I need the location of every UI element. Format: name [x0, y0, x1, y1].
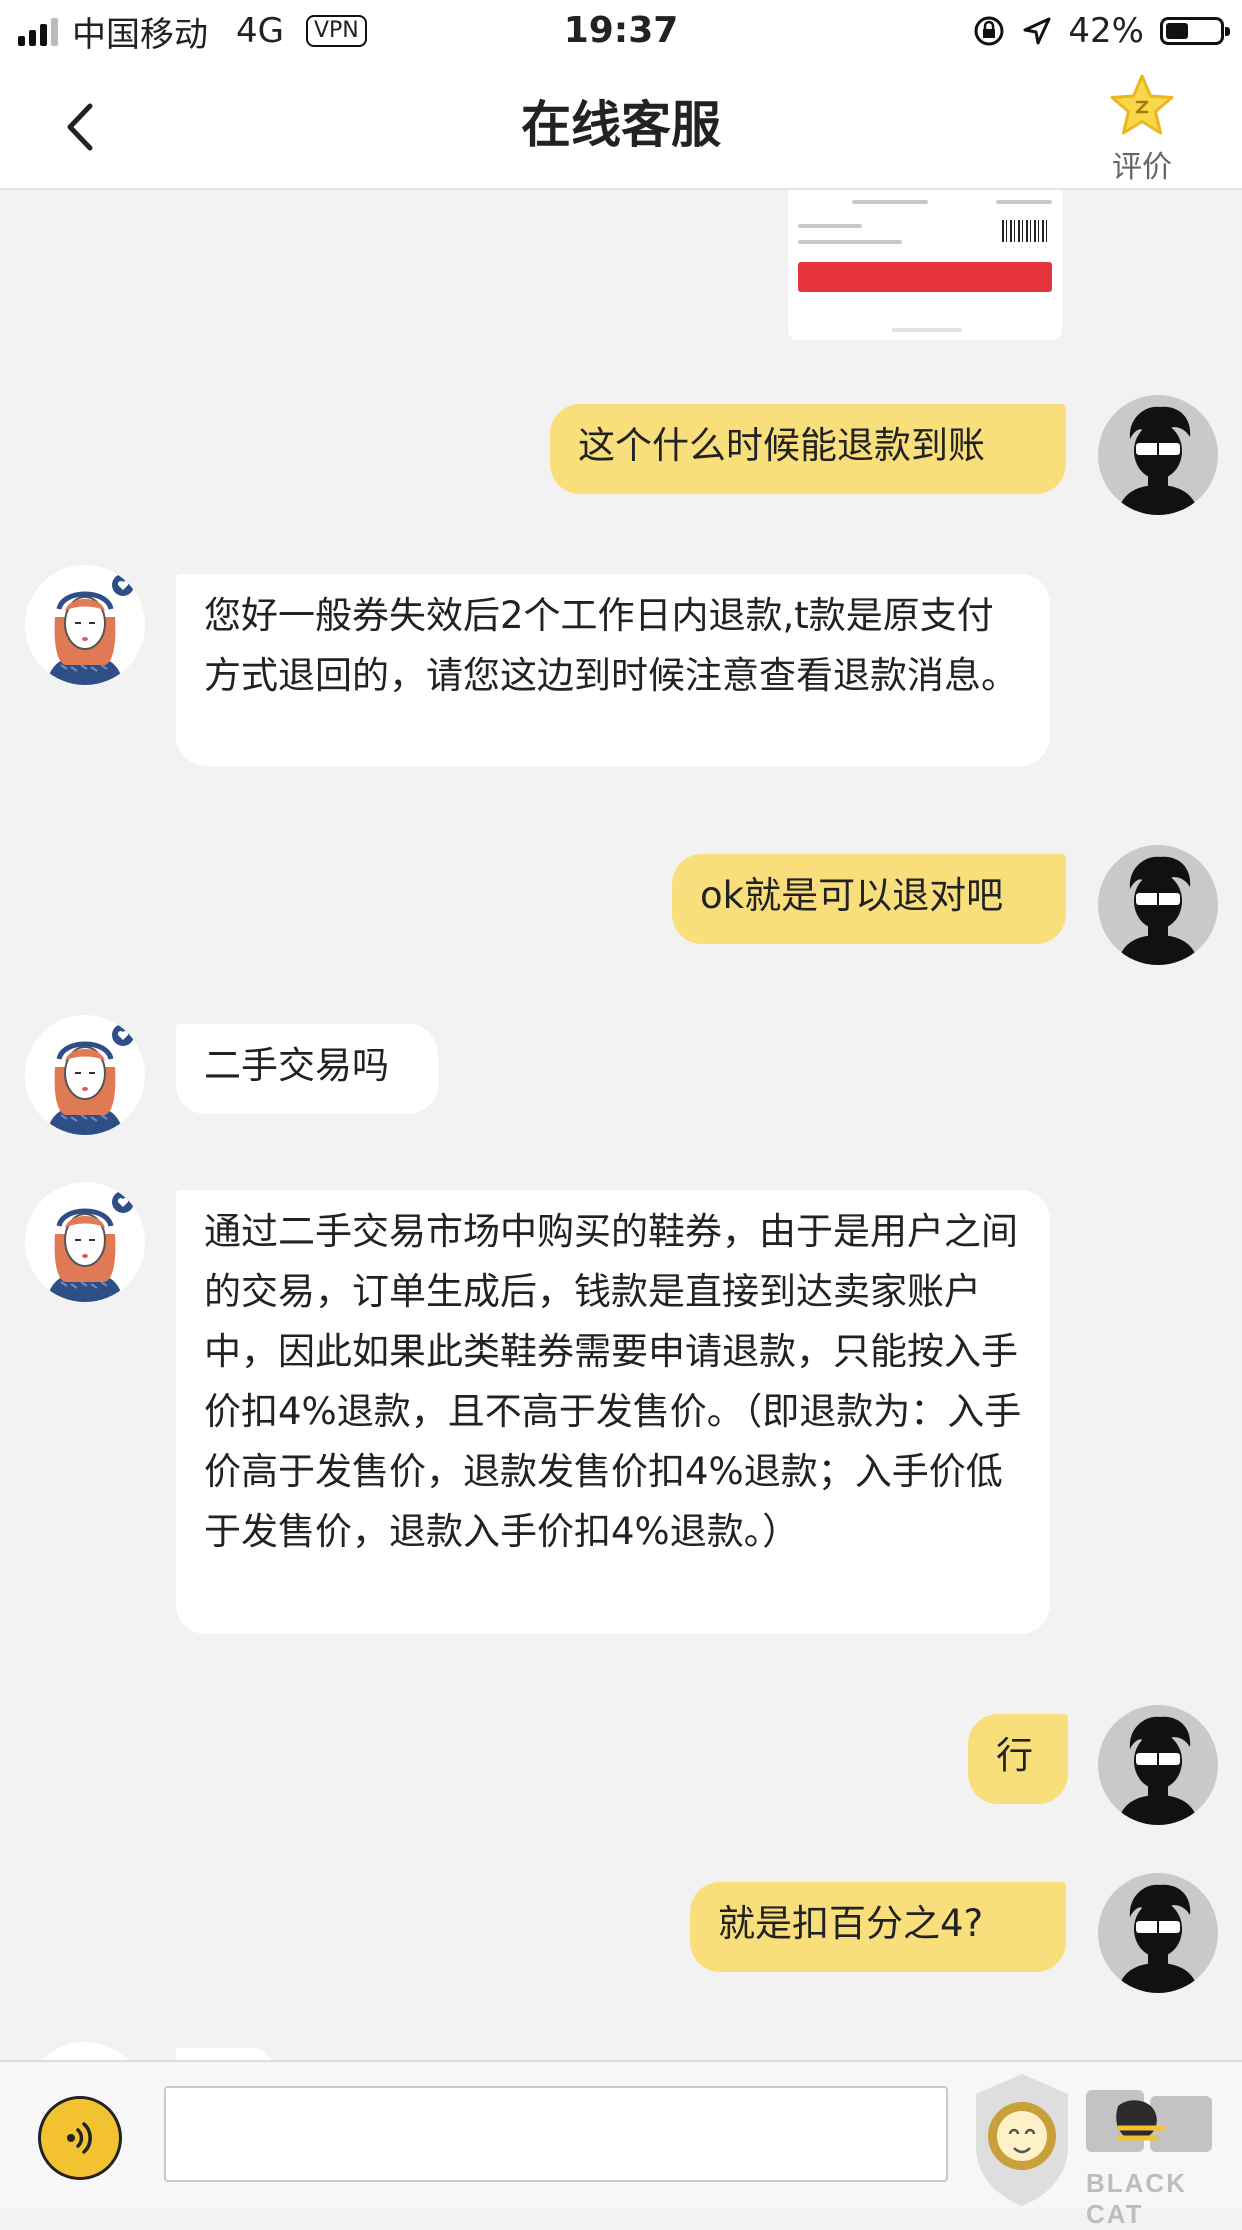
- page-title: 在线客服: [521, 96, 721, 154]
- card-text-line: [892, 328, 962, 332]
- message-bubble: 行: [968, 1714, 1068, 1804]
- voice-button[interactable]: [38, 2096, 122, 2180]
- user-avatar[interactable]: [1098, 1873, 1218, 1993]
- agent-avatar-icon: [47, 1191, 134, 1302]
- card-text-line: [798, 224, 862, 228]
- user-avatar[interactable]: [1098, 395, 1218, 515]
- user-avatar-icon: [1118, 1716, 1198, 1825]
- user-avatar-icon: [1118, 406, 1198, 515]
- message-bubble: 通过二手交易市场中购买的鞋券，由于是用户之间的交易，订单生成后，钱款是直接到达卖…: [176, 1190, 1050, 1634]
- chat-area[interactable]: 这个什么时候能退款到账 您好一般券失效后2个工作日内退款,t款是原支付方式退回的…: [0, 190, 1242, 2060]
- user-avatar-icon: [1118, 1884, 1198, 1993]
- agent-avatar[interactable]: [25, 1182, 145, 1302]
- agent-avatar-icon: [47, 574, 134, 685]
- star-icon: [1110, 74, 1174, 135]
- agent-avatar[interactable]: [25, 1015, 145, 1135]
- message-bubble: 您好一般券失效后2个工作日内退款,t款是原支付方式退回的，请您这边到时候注意查看…: [176, 574, 1050, 766]
- status-bar: 中国移动 4G VPN 19:37 42%: [0, 0, 1242, 62]
- location-arrow-icon: [1023, 17, 1051, 45]
- user-avatar[interactable]: [1098, 1705, 1218, 1825]
- message-text: 这个什么时候能退款到账: [578, 424, 985, 467]
- message-text: ok就是可以退对吧: [700, 874, 1004, 917]
- rotation-lock-icon: [974, 16, 1004, 46]
- message-text: 二手交易吗: [204, 1044, 389, 1087]
- card-text-line: [996, 200, 1052, 204]
- message-bubble: 就是扣百分之4?: [690, 1882, 1066, 1972]
- message-text: 您好一般券失效后2个工作日内退款,t款是原支付方式退回的，请您这边到时候注意查看…: [204, 594, 1018, 697]
- agent-avatar-icon: [47, 1024, 134, 1135]
- message-text: 通过二手交易市场中购买的鞋券，由于是用户之间的交易，订单生成后，钱款是直接到达卖…: [204, 1210, 1022, 1553]
- rate-label: 评价: [1112, 150, 1172, 185]
- message-bubble: ok就是可以退对吧: [672, 854, 1066, 944]
- message-input[interactable]: [164, 2086, 948, 2182]
- battery-percent: 42%: [1068, 11, 1144, 51]
- user-avatar-icon: [1118, 856, 1198, 965]
- rate-button[interactable]: 评价: [1082, 70, 1202, 185]
- agent-avatar[interactable]: [25, 2042, 145, 2060]
- battery-fill: [1166, 23, 1188, 39]
- watermark-text: BLACK CAT: [1086, 2168, 1187, 2229]
- message-bubble: [176, 2048, 272, 2060]
- input-bar: BLACK CAT: [0, 2060, 1242, 2229]
- card-text-line: [852, 200, 928, 204]
- sell-button[interactable]: [798, 262, 1052, 292]
- status-right: 42%: [972, 6, 1230, 56]
- message-bubble: 二手交易吗: [176, 1024, 438, 1114]
- agent-avatar[interactable]: [25, 565, 145, 685]
- card-text-line: [798, 240, 902, 244]
- barcode-icon: [1002, 220, 1050, 242]
- message-bubble: 这个什么时候能退款到账: [550, 404, 1066, 494]
- message-text: 行: [996, 1734, 1033, 1777]
- battery-icon: [1160, 17, 1230, 45]
- message-text: 就是扣百分之4?: [718, 1902, 984, 1945]
- user-avatar[interactable]: [1098, 845, 1218, 965]
- nav-bar: 在线客服 评价: [0, 62, 1242, 190]
- voice-wave-icon: [67, 2122, 92, 2154]
- product-card[interactable]: [788, 190, 1062, 340]
